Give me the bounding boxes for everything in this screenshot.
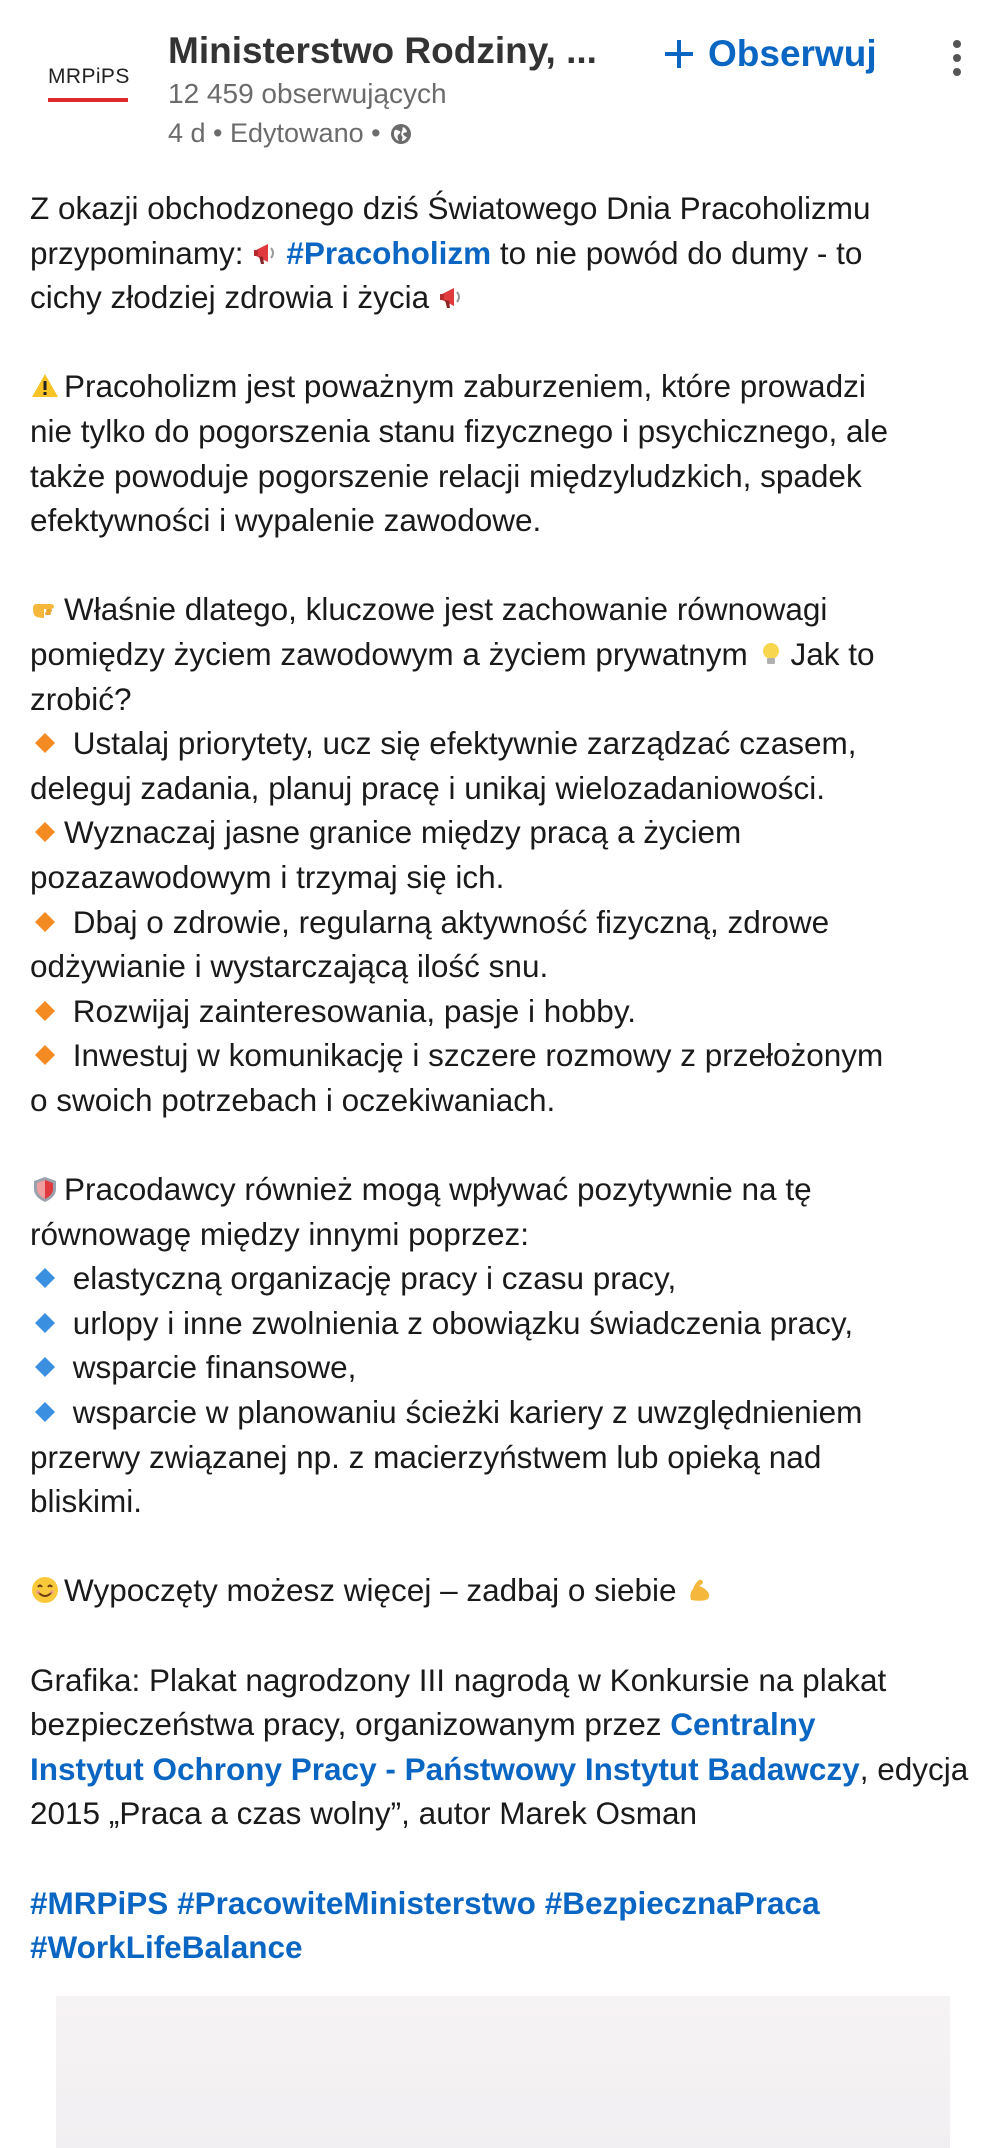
logo-text: MRPiPS [48,65,130,88]
employer-item-cont: bliskimi. [30,1483,143,1520]
post-line: zrobić? [30,680,132,717]
follow-button[interactable]: Obserwuj [662,28,877,80]
meta-separator: • [363,118,381,148]
employer-item: wsparcie finansowe, [30,1345,990,1390]
follow-label: Obserwuj [708,33,877,74]
tip-item: Inwestuj w komunikację i szczere rozmowy… [30,1033,990,1078]
orange-diamond-icon [30,1040,60,1070]
author-name[interactable]: Ministerstwo Rodziny, ... [168,30,608,72]
more-options-icon[interactable] [942,36,972,80]
orange-diamond-icon [30,996,60,1026]
globe-icon [390,123,411,144]
post-line: Instytut Ochrony Pracy - Państwowy Insty… [30,1750,969,1787]
post-line: Grafika: Plakat nagrodzony III nagrodą w… [30,1661,887,1698]
post-line: efektywności i wypalenie zawodowe. [30,502,542,539]
hashtag-line: #MRPiPS #PracowiteMinisterstwo #Bezpiecz… [30,1881,990,1926]
post-line: przypominamy: #Pracoholizm to nie powód … [30,234,863,271]
post-line: Właśnie dlatego, kluczowe jest zachowani… [30,587,990,632]
post-meta: 4 d • Edytowano • [168,118,413,149]
post-line: Pracoholizm jest poważnym zaburzeniem, k… [30,364,990,409]
post-line: 2015 „Praca a czas wolny”, autor Marek O… [30,1795,698,1832]
organization-link[interactable]: Instytut Ochrony Pracy - Państwowy Insty… [30,1751,860,1787]
orange-diamond-icon [30,907,60,937]
tip-item-cont: o swoich potrzebach i oczekiwaniach. [30,1081,556,1118]
megaphone-icon [438,282,468,312]
hashtag-link[interactable]: #WorkLifeBalance [30,1929,303,1965]
tip-item: Rozwijaj zainteresowania, pasje i hobby. [30,989,990,1034]
tip-item-cont: deleguj zadania, planuj pracę i unikaj w… [30,769,826,806]
hashtag-line: #WorkLifeBalance [30,1925,990,1970]
edited-label: Edytowano [230,118,364,148]
blue-diamond-icon [30,1263,60,1293]
flexed-biceps-icon [685,1575,715,1605]
hashtag-link[interactable]: #Pracoholizm [286,235,491,271]
tip-item-cont: pozazawodowym i trzymaj się ich. [30,858,505,895]
tip-item: Ustalaj priorytety, ucz się efektywnie z… [30,721,990,766]
shield-icon [30,1174,60,1204]
tip-item-cont: odżywianie i wystarczającą ilość snu. [30,948,549,985]
warning-icon [30,371,60,401]
post-header: MRPiPS Ministerstwo Rodziny, ... 12 459 … [0,0,1006,170]
tip-item: Dbaj o zdrowie, regularną aktywność fizy… [30,900,990,945]
organization-link[interactable]: Centralny [670,1706,815,1742]
plus-icon [665,40,693,68]
post-line: Pracodawcy również mogą wpływać pozytywn… [30,1167,990,1212]
post-line: pomiędzy życiem zawodowym a życiem prywa… [30,635,875,672]
blue-diamond-icon [30,1397,60,1427]
post-line: bezpieczeństwa pracy, organizowanym prze… [30,1706,816,1743]
hashtag-link[interactable]: #MRPiPS [30,1885,168,1921]
employer-item: wsparcie w planowaniu ścieżki kariery z … [30,1390,990,1435]
tip-item: Wyznaczaj jasne granice między pracą a ż… [30,810,990,855]
blue-diamond-icon [30,1352,60,1382]
post-body: Z okazji obchodzonego dziś Światowego Dn… [30,186,990,1970]
employer-item: urlopy i inne zwolnienia z obowiązku świ… [30,1301,990,1346]
blue-diamond-icon [30,1308,60,1338]
post-line: cichy złodziej zdrowia i życia [30,275,990,320]
smile-icon [30,1575,60,1605]
lightbulb-icon [756,639,786,669]
author-logo[interactable]: MRPiPS [42,56,170,116]
hashtag-link[interactable]: #PracowiteMinisterstwo [177,1885,536,1921]
post-line: Z okazji obchodzonego dziś Światowego Dn… [30,190,871,226]
orange-diamond-icon [30,817,60,847]
hashtag-link[interactable]: #BezpiecznaPraca [545,1885,820,1921]
post-image[interactable] [56,1996,950,2148]
post-line: także powoduje pogorszenie relacji międz… [30,457,862,494]
post-line: nie tylko do pogorszenia stanu fizyczneg… [30,412,889,449]
post-line: Wypoczęty możesz więcej – zadbaj o siebi… [30,1568,990,1613]
follower-count: 12 459 obserwujących [168,78,447,109]
meta-separator: • [205,118,231,148]
employer-item-cont: przerwy związanej np. z macierzyństwem l… [30,1438,822,1475]
logo-bar [48,98,128,102]
pointing-hand-icon [30,594,60,624]
employer-item: elastyczną organizację pracy i czasu pra… [30,1256,990,1301]
orange-diamond-icon [30,728,60,758]
post-line: równowagę między innymi poprzez: [30,1215,529,1252]
post-time: 4 d [168,118,206,148]
megaphone-icon [252,238,282,268]
